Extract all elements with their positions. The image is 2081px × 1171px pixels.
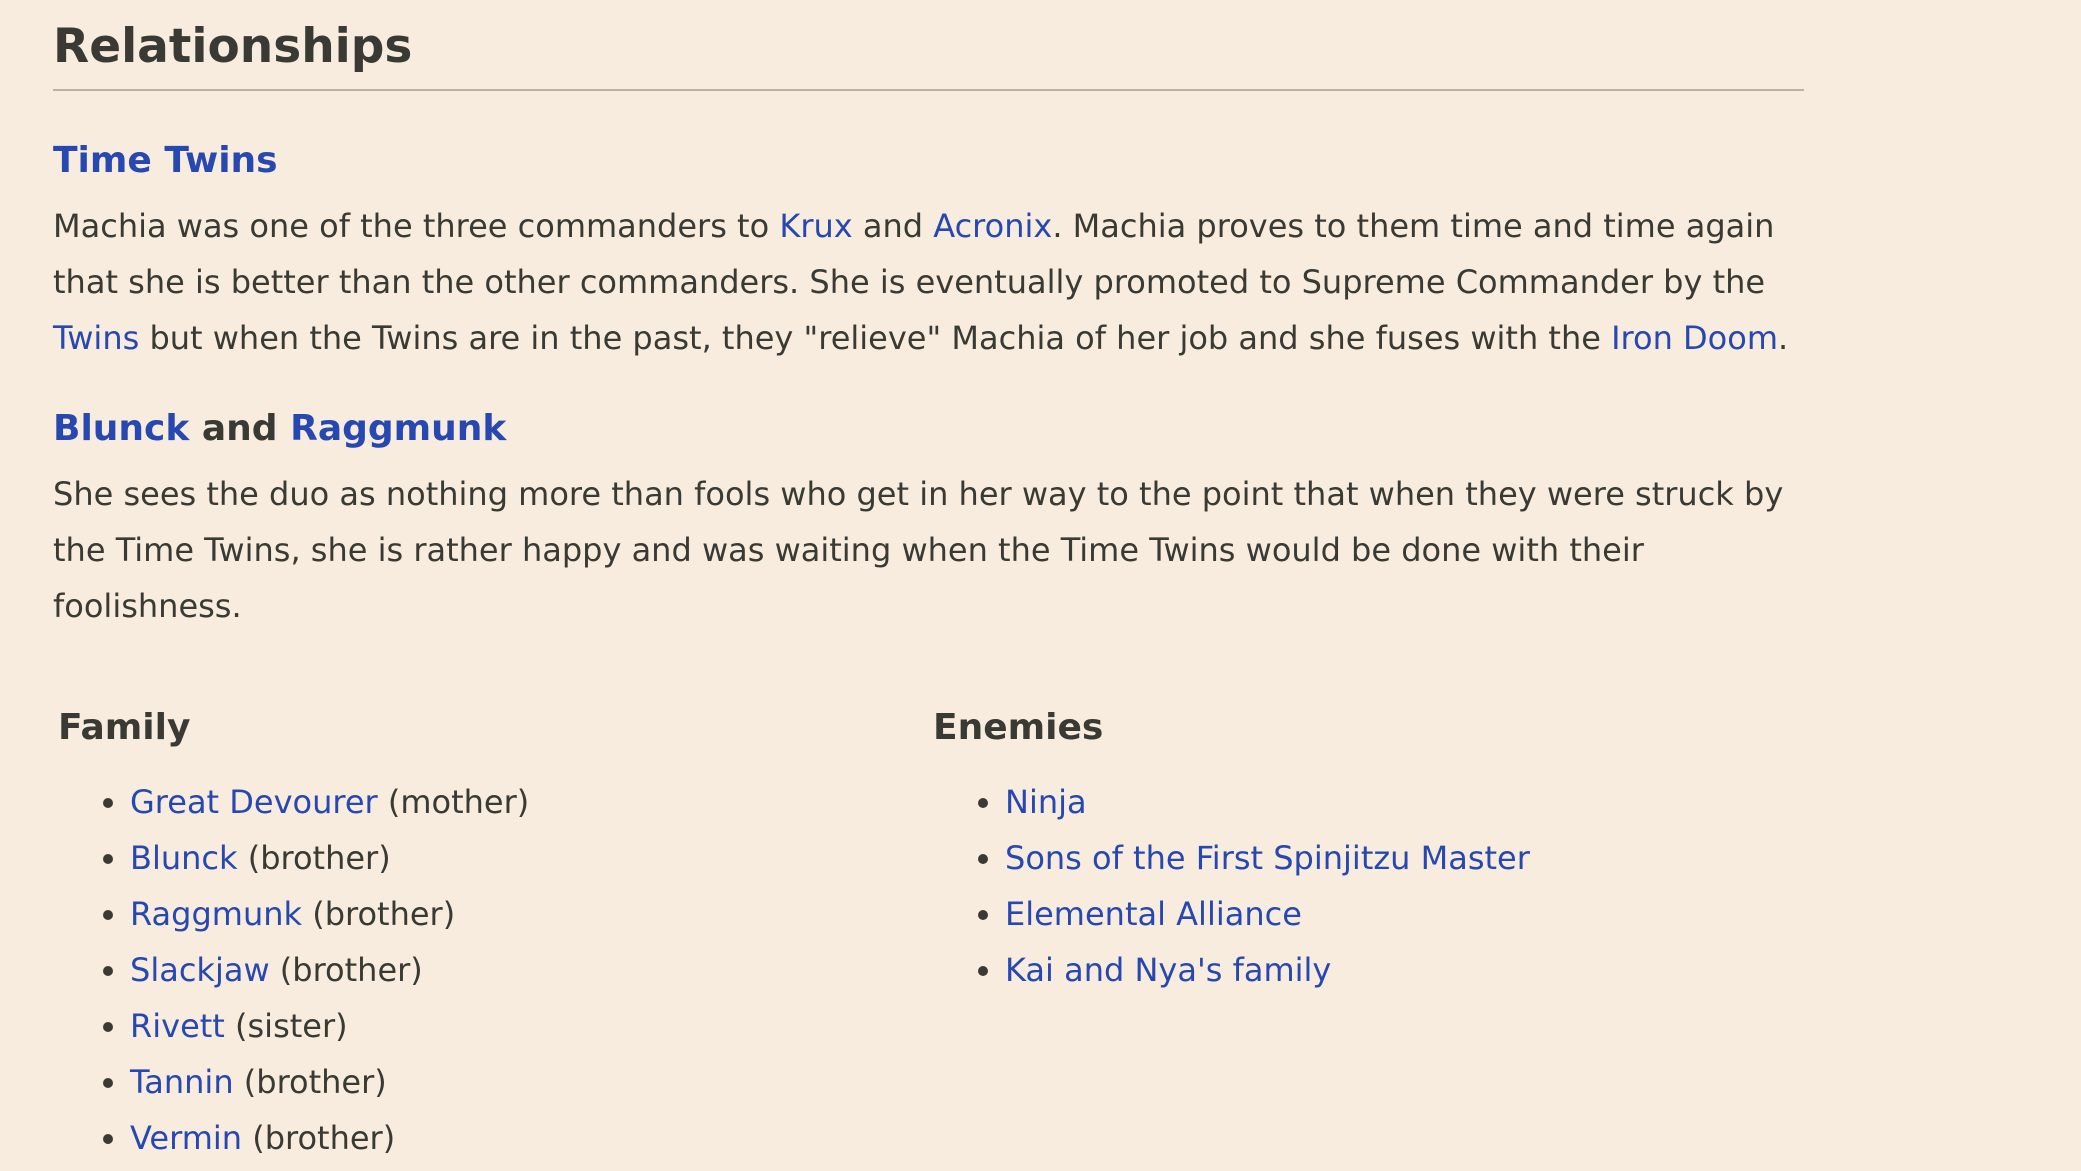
list-item: Elemental Alliance — [1005, 886, 1530, 942]
list-item: Vermin (brother) — [130, 1110, 529, 1166]
twins-link[interactable]: Twins — [53, 319, 139, 357]
section-title: Relationships — [53, 0, 1804, 91]
enemy-link[interactable]: Kai and Nya's family — [1005, 951, 1331, 989]
enemies-list: Ninja Sons of the First Spinjitzu Master… — [933, 774, 1530, 998]
krux-link[interactable]: Krux — [779, 207, 852, 245]
time-twins-paragraph: Machia was one of the three commanders t… — [53, 198, 1804, 366]
blunck-raggmunk-paragraph: She sees the duo as nothing more than fo… — [53, 475, 1784, 625]
subheading-blunck-raggmunk: Blunck and Raggmunk — [53, 404, 1804, 454]
subheading-time-twins[interactable]: Time Twins — [53, 136, 1804, 186]
relation-text: (brother) — [269, 951, 423, 989]
list-item: Slackjaw (brother) — [130, 942, 529, 998]
list-item: Rivett (sister) — [130, 998, 529, 1054]
relation-text: (sister) — [224, 1007, 348, 1045]
list-item: Tannin (brother) — [130, 1054, 529, 1110]
family-link[interactable]: Blunck — [130, 839, 238, 877]
list-item: Great Devourer (mother) — [130, 774, 529, 830]
blunck-heading-link[interactable]: Blunck — [53, 408, 189, 449]
enemy-link[interactable]: Sons of the First Spinjitzu Master — [1005, 839, 1530, 877]
raggmunk-heading-link[interactable]: Raggmunk — [290, 408, 506, 449]
relation-text: (mother) — [377, 783, 530, 821]
list-item: Sons of the First Spinjitzu Master — [1005, 830, 1530, 886]
acronix-link[interactable]: Acronix — [933, 207, 1052, 245]
text-segment: and — [852, 207, 934, 245]
family-link[interactable]: Slackjaw — [130, 951, 270, 989]
iron-doom-link[interactable]: Iron Doom — [1611, 319, 1778, 357]
relation-text: (brother) — [233, 1063, 387, 1101]
list-item: Ninja — [1005, 774, 1530, 830]
enemy-link[interactable]: Elemental Alliance — [1005, 895, 1302, 933]
list-item: Blunck (brother) — [130, 830, 529, 886]
heading-and: and — [189, 408, 291, 449]
relation-text: (brother) — [237, 839, 391, 877]
family-list: Great Devourer (mother) Blunck (brother)… — [58, 774, 529, 1166]
list-item: Raggmunk (brother) — [130, 886, 529, 942]
text-segment: . — [1777, 319, 1789, 357]
text-segment: Machia was one of the three commanders t… — [53, 207, 780, 245]
family-link[interactable]: Rivett — [130, 1007, 225, 1045]
family-column: Family Great Devourer (mother) Blunck (b… — [58, 700, 529, 1166]
relation-text: (brother) — [302, 895, 456, 933]
text-segment: but when the Twins are in the past, they… — [139, 319, 1612, 357]
family-link[interactable]: Vermin — [130, 1119, 242, 1157]
enemies-column: Enemies Ninja Sons of the First Spinjitz… — [933, 700, 1530, 998]
enemy-link[interactable]: Ninja — [1005, 783, 1087, 821]
family-link[interactable]: Tannin — [130, 1063, 234, 1101]
time-twins-link[interactable]: Time Twins — [53, 140, 278, 181]
list-item: Kai and Nya's family — [1005, 942, 1530, 998]
relation-text: (brother) — [242, 1119, 396, 1157]
family-link[interactable]: Great Devourer — [130, 783, 378, 821]
enemies-heading: Enemies — [933, 707, 1104, 748]
family-heading: Family — [58, 707, 191, 748]
family-link[interactable]: Raggmunk — [130, 895, 302, 933]
article-content: Relationships Time Twins Machia was one … — [53, 0, 1804, 634]
